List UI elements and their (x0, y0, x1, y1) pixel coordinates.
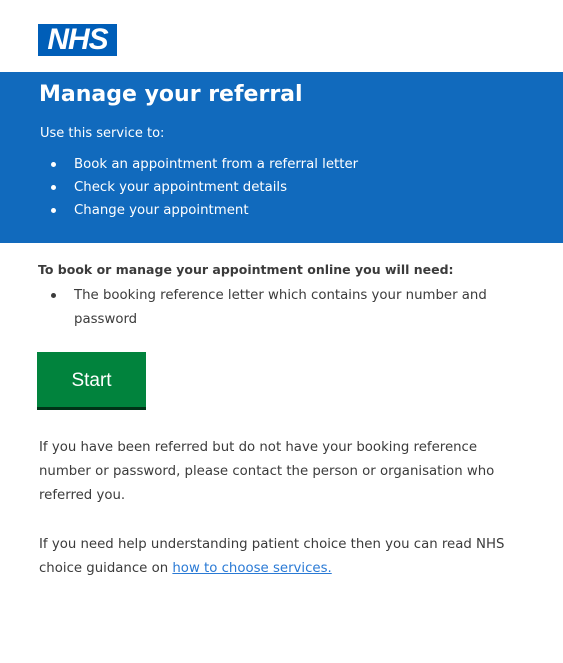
list-item: The booking reference letter which conta… (40, 284, 510, 332)
patient-choice-text: If you need help understanding patient c… (39, 533, 509, 581)
start-button[interactable]: Start (37, 352, 146, 410)
list-item: Check your appointment details (40, 176, 358, 199)
page-title: Manage your referral (39, 82, 303, 107)
requirements-list: The booking reference letter which conta… (40, 284, 510, 332)
list-item: Book an appointment from a referral lett… (40, 153, 358, 176)
requirements-heading: To book or manage your appointment onlin… (38, 262, 454, 277)
hero-banner: Manage your referral Use this service to… (0, 72, 563, 243)
list-item: Change your appointment (40, 199, 358, 222)
intro-text: Use this service to: (40, 126, 165, 141)
service-list: Book an appointment from a referral lett… (40, 153, 358, 222)
no-reference-text: If you have been referred but do not hav… (39, 440, 495, 503)
how-to-choose-services-link[interactable]: how to choose services. (172, 561, 331, 576)
nhs-logo[interactable]: NHS (38, 24, 117, 56)
